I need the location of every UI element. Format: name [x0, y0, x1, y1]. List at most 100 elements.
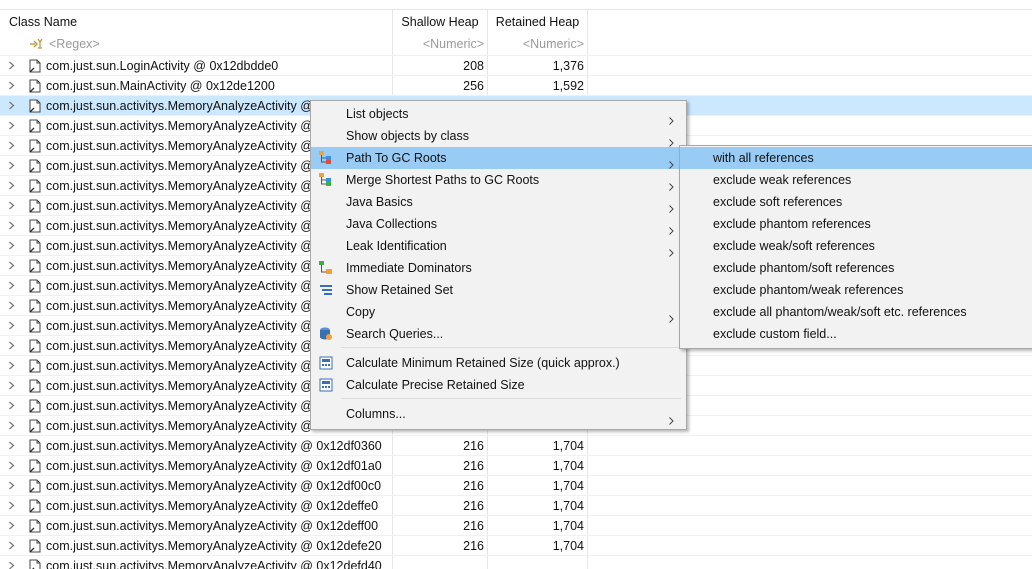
table-row[interactable]: com.just.sun.activitys.MemoryAnalyzeActi… [0, 515, 1032, 536]
menu-item-merge-shortest-paths-to-gc-roots[interactable]: Merge Shortest Paths to GC Roots [311, 169, 686, 191]
menu-item-path-to-gc-roots[interactable]: Path To GC Roots [311, 147, 686, 169]
submenu-item-label: with all references [713, 151, 814, 165]
object-instance-icon [28, 419, 42, 433]
table-row[interactable]: com.just.sun.LoginActivity @ 0x12dbdde0 2… [0, 55, 1032, 76]
expand-chevron-icon[interactable] [8, 561, 15, 569]
menu-item-java-basics[interactable]: Java Basics [311, 191, 686, 213]
table-row[interactable]: com.just.sun.activitys.MemoryAnalyzeActi… [0, 475, 1032, 496]
path-to-gc-roots-submenu: with all references exclude weak referenc… [679, 145, 1032, 349]
submenu-item-exclude-phantom-weak-references[interactable]: exclude phantom/weak references [680, 279, 1032, 301]
object-instance-icon [28, 339, 42, 353]
submenu-item-label: exclude weak references [713, 173, 852, 187]
expand-chevron-icon[interactable] [8, 81, 15, 90]
submenu-item-exclude-custom-field[interactable]: exclude custom field... [680, 323, 1032, 345]
object-instance-icon [28, 99, 42, 113]
column-header-shallow-heap[interactable]: Shallow Heap [393, 10, 487, 34]
submenu-item-exclude-weak-references[interactable]: exclude weak references [680, 169, 1032, 191]
menu-item-search-queries[interactable]: Search Queries... [311, 323, 686, 345]
object-instance-icon [28, 539, 42, 553]
expand-chevron-icon[interactable] [8, 481, 15, 490]
class-name-filter-input[interactable]: <Regex> [49, 34, 100, 55]
retained-heap-filter-input[interactable]: <Numeric> [488, 34, 587, 55]
menu-item-immediate-dominators[interactable]: Immediate Dominators [311, 257, 686, 279]
expand-chevron-icon[interactable] [8, 161, 15, 170]
expand-chevron-icon[interactable] [8, 521, 15, 530]
shallow-heap-cell: 216 [463, 479, 484, 493]
column-header-retained-heap[interactable]: Retained Heap [488, 10, 587, 34]
expand-chevron-icon[interactable] [8, 141, 15, 150]
submenu-arrow-icon [669, 308, 674, 323]
object-instance-icon [28, 559, 42, 569]
menu-item-show-retained-set[interactable]: Show Retained Set [311, 279, 686, 301]
menu-item-calculate-minimum-retained-size-quick-approx[interactable]: Calculate Minimum Retained Size (quick a… [311, 352, 686, 374]
table-row[interactable]: com.just.sun.activitys.MemoryAnalyzeActi… [0, 535, 1032, 556]
submenu-item-exclude-weak-soft-references[interactable]: exclude weak/soft references [680, 235, 1032, 257]
expand-chevron-icon[interactable] [8, 281, 15, 290]
submenu-arrow-icon [669, 110, 674, 125]
menu-item-label: Immediate Dominators [346, 261, 472, 275]
expand-chevron-icon[interactable] [8, 121, 15, 130]
shallow-heap-cell: 216 [463, 499, 484, 513]
expand-chevron-icon[interactable] [8, 401, 15, 410]
expand-chevron-icon[interactable] [8, 501, 15, 510]
table-row[interactable]: com.just.sun.MainActivity @ 0x12de1200 25… [0, 75, 1032, 96]
table-header: Class Name Shallow Heap Retained Heap [0, 10, 1032, 34]
menu-item-label: Columns... [346, 407, 406, 421]
shallow-heap-cell [393, 556, 487, 569]
table-row[interactable]: com.just.sun.activitys.MemoryAnalyzeActi… [0, 435, 1032, 456]
menu-item-calculate-precise-retained-size[interactable]: Calculate Precise Retained Size [311, 374, 686, 396]
expand-chevron-icon[interactable] [8, 341, 15, 350]
expand-chevron-icon[interactable] [8, 361, 15, 370]
retained-heap-cell: 1,704 [552, 479, 584, 493]
table-row[interactable]: com.just.sun.activitys.MemoryAnalyzeActi… [0, 495, 1032, 516]
menu-item-java-collections[interactable]: Java Collections [311, 213, 686, 235]
class-name-cell: com.just.sun.activitys.MemoryAnalyzeActi… [46, 439, 382, 453]
submenu-item-exclude-all-phantom-weak-soft-etc-references[interactable]: exclude all phantom/weak/soft etc. refer… [680, 301, 1032, 323]
expand-chevron-icon[interactable] [8, 181, 15, 190]
expand-chevron-icon[interactable] [8, 381, 15, 390]
menu-item-leak-identification[interactable]: Leak Identification [311, 235, 686, 257]
submenu-item-exclude-phantom-soft-references[interactable]: exclude phantom/soft references [680, 257, 1032, 279]
expand-chevron-icon[interactable] [8, 441, 15, 450]
expand-chevron-icon[interactable] [8, 461, 15, 470]
class-name-cell: com.just.sun.activitys.MemoryAnalyzeActi… [46, 419, 313, 433]
object-instance-icon [28, 299, 42, 313]
object-instance-icon [28, 59, 42, 73]
object-instance-icon [28, 439, 42, 453]
retained-heap-cell [488, 556, 587, 569]
expand-chevron-icon[interactable] [8, 421, 15, 430]
class-name-cell: com.just.sun.activitys.MemoryAnalyzeActi… [46, 499, 379, 513]
expand-chevron-icon[interactable] [8, 201, 15, 210]
submenu-item-label: exclude soft references [713, 195, 843, 209]
menu-separator [341, 347, 681, 348]
column-header-class-name[interactable]: Class Name [9, 10, 77, 34]
expand-chevron-icon[interactable] [8, 221, 15, 230]
class-name-cell: com.just.sun.activitys.MemoryAnalyzeActi… [46, 139, 313, 153]
top-strip [0, 0, 1032, 10]
class-name-cell: com.just.sun.activitys.MemoryAnalyzeActi… [46, 379, 313, 393]
submenu-arrow-icon [669, 242, 674, 257]
expand-chevron-icon[interactable] [8, 261, 15, 270]
retained-heap-cell: 1,592 [552, 79, 584, 93]
expand-chevron-icon[interactable] [8, 301, 15, 310]
submenu-item-exclude-phantom-references[interactable]: exclude phantom references [680, 213, 1032, 235]
expand-chevron-icon[interactable] [8, 241, 15, 250]
submenu-item-exclude-soft-references[interactable]: exclude soft references [680, 191, 1032, 213]
expand-chevron-icon[interactable] [8, 541, 15, 550]
menu-item-label: Leak Identification [346, 239, 447, 253]
submenu-item-with-all-references[interactable]: with all references [680, 147, 1032, 169]
table-row[interactable]: com.just.sun.activitys.MemoryAnalyzeActi… [0, 455, 1032, 476]
retained-set-icon [318, 282, 334, 298]
expand-chevron-icon[interactable] [8, 321, 15, 330]
menu-item-label: Calculate Minimum Retained Size (quick a… [346, 356, 620, 370]
menu-item-columns[interactable]: Columns... [311, 403, 686, 425]
expand-chevron-icon[interactable] [8, 61, 15, 70]
table-row[interactable]: com.just.sun.activitys.MemoryAnalyzeActi… [0, 555, 1032, 569]
class-name-cell: com.just.sun.activitys.MemoryAnalyzeActi… [46, 279, 313, 293]
expand-chevron-icon[interactable] [8, 101, 15, 110]
menu-item-copy[interactable]: Copy [311, 301, 686, 323]
retained-heap-cell: 1,376 [552, 59, 584, 73]
menu-item-list-objects[interactable]: List objects [311, 103, 686, 125]
shallow-heap-filter-input[interactable]: <Numeric> [393, 34, 487, 55]
menu-item-show-objects-by-class[interactable]: Show objects by class [311, 125, 686, 147]
